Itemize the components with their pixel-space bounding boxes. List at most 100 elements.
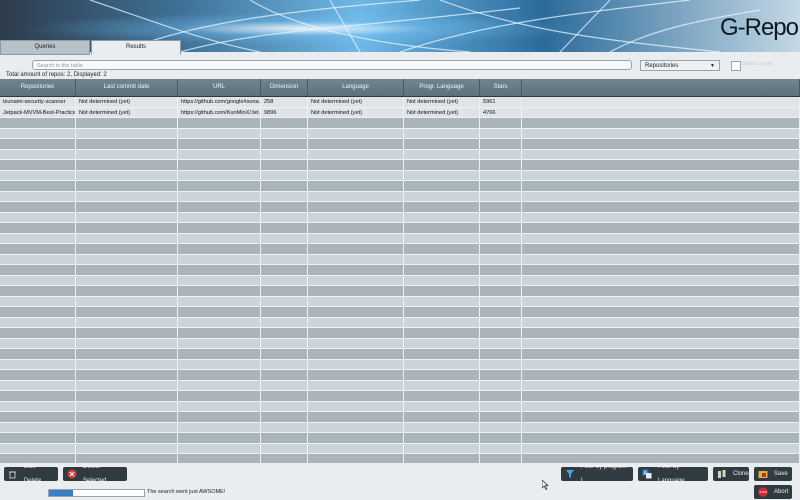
empty-cell — [522, 359, 800, 370]
select-mode-label: Select mode — [742, 61, 773, 67]
empty-cell — [178, 391, 261, 401]
clone-button[interactable]: Clone — [713, 467, 749, 481]
mouse-cursor-icon — [542, 480, 549, 490]
tab-results[interactable]: Results — [91, 40, 181, 55]
empty-cell — [480, 170, 522, 181]
empty-cell — [522, 328, 800, 338]
empty-cell — [480, 359, 522, 370]
column-header[interactable]: URL — [178, 79, 261, 96]
empty-cell — [308, 254, 404, 265]
empty-cell — [480, 422, 522, 433]
empty-cell — [261, 307, 308, 317]
empty-table-row — [0, 254, 800, 265]
empty-cell — [308, 359, 404, 370]
empty-cell — [0, 149, 76, 160]
empty-cell — [76, 296, 178, 307]
funnel-icon — [565, 469, 575, 479]
empty-cell — [76, 254, 178, 265]
stop-icon: STOP — [758, 487, 768, 497]
filter-dropdown[interactable]: Repositories ▼ — [640, 60, 720, 71]
delete-selected-label: Delete Selected — [83, 464, 107, 484]
empty-cell — [178, 212, 261, 223]
cell-dimension: 258 — [261, 97, 308, 107]
empty-cell — [404, 149, 480, 160]
bulk-delete-button[interactable]: Bulk Delete — [4, 464, 58, 484]
search-input[interactable]: Search in the table — [32, 60, 632, 70]
column-header[interactable]: Repositories — [0, 79, 76, 96]
cell-language: Not determined (yet) — [308, 97, 404, 107]
column-header[interactable]: Progr. Language — [404, 79, 480, 96]
filter-language-button[interactable]: A Filter by Language — [638, 464, 708, 484]
save-button[interactable]: Save — [754, 467, 792, 481]
empty-cell — [261, 170, 308, 181]
status-message: The search went just AWSOME! — [147, 489, 226, 495]
cell-dimension: 9896 — [261, 107, 308, 118]
column-header[interactable]: Language — [308, 79, 404, 96]
empty-cell — [308, 265, 404, 275]
filter-program-label: Filter by program. L — [581, 464, 629, 484]
empty-cell — [522, 202, 800, 212]
empty-cell — [404, 118, 480, 128]
empty-cell — [480, 212, 522, 223]
empty-cell — [522, 412, 800, 422]
empty-cell — [76, 412, 178, 422]
empty-cell — [480, 202, 522, 212]
empty-cell — [480, 380, 522, 391]
empty-cell — [178, 349, 261, 359]
empty-cell — [261, 244, 308, 254]
empty-cell — [480, 254, 522, 265]
empty-cell — [76, 401, 178, 412]
trash-icon — [8, 469, 18, 479]
table-header: Repositories Last commit date URL Dimens… — [0, 79, 800, 107]
column-header[interactable]: Stars — [480, 79, 522, 96]
empty-cell — [404, 191, 480, 202]
empty-table-row — [0, 380, 800, 391]
empty-cell — [522, 317, 800, 328]
empty-cell — [261, 191, 308, 202]
empty-cell — [308, 181, 404, 191]
empty-cell — [261, 212, 308, 223]
filter-dropdown-value: Repositories — [645, 63, 679, 69]
delete-selected-button[interactable]: Delete Selected — [63, 464, 127, 484]
table-row[interactable]: tsunami-security-scanner Not determined … — [0, 97, 800, 108]
empty-cell — [76, 212, 178, 223]
empty-cell — [308, 244, 404, 254]
empty-cell — [522, 128, 800, 139]
action-toolbar: Bulk Delete Delete Selected Filter by pr… — [0, 463, 800, 485]
abort-button[interactable]: STOP Abort — [754, 485, 792, 499]
empty-cell — [0, 443, 76, 454]
empty-cell — [480, 118, 522, 128]
empty-cell — [261, 359, 308, 370]
column-header[interactable]: Last commit date — [76, 79, 178, 96]
empty-cell — [178, 191, 261, 202]
empty-cell — [178, 202, 261, 212]
filter-language-label: Filter by Language — [658, 464, 685, 484]
empty-cell — [308, 212, 404, 223]
empty-cell — [178, 307, 261, 317]
empty-cell — [76, 202, 178, 212]
tab-queries[interactable]: Queries — [0, 40, 90, 55]
empty-cell — [261, 275, 308, 286]
svg-text:STOP: STOP — [759, 490, 767, 494]
empty-cell — [0, 370, 76, 380]
cell-empty — [522, 97, 800, 107]
empty-cell — [522, 391, 800, 401]
empty-cell — [308, 233, 404, 244]
select-mode-checkbox[interactable] — [731, 61, 741, 71]
empty-cell — [0, 286, 76, 296]
empty-cell — [404, 349, 480, 359]
empty-cell — [0, 139, 76, 149]
empty-cell — [178, 118, 261, 128]
empty-cell — [404, 328, 480, 338]
empty-cell — [404, 433, 480, 443]
empty-cell — [308, 391, 404, 401]
empty-cell — [404, 454, 480, 463]
column-header[interactable]: Dimension (KByte) — [261, 79, 308, 107]
empty-cell — [404, 286, 480, 296]
empty-cell — [178, 370, 261, 380]
empty-cell — [308, 160, 404, 170]
filter-program-language-button[interactable]: Filter by program. L — [561, 464, 633, 484]
empty-cell — [404, 317, 480, 328]
empty-cell — [480, 296, 522, 307]
table-row[interactable]: Jetpack-MVVM-Best-Practice Not determine… — [0, 107, 800, 118]
